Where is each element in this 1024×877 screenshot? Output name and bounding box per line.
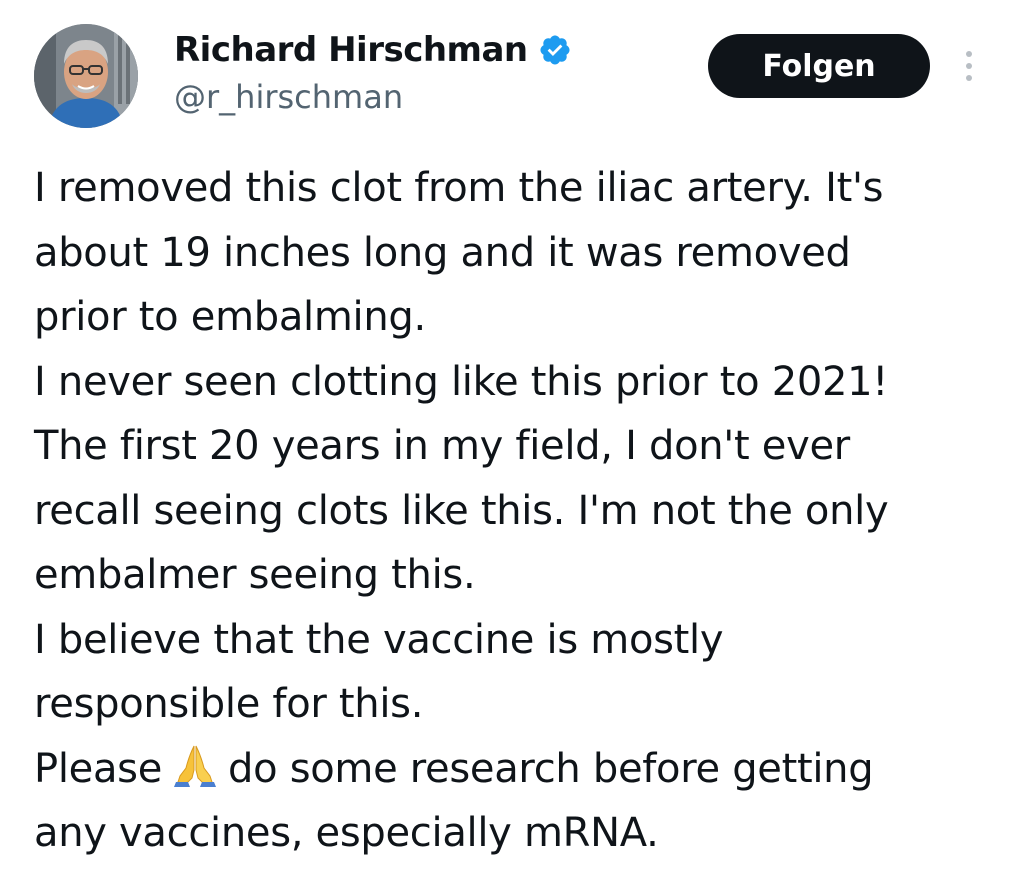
tweet-line: recall seeing clots like this. I'm not t… [34, 487, 889, 534]
follow-button[interactable]: Folgen [708, 34, 930, 98]
avatar-image [34, 24, 138, 128]
verified-badge-icon [538, 33, 572, 67]
tweet-line: embalmer seeing this. [34, 552, 476, 598]
tweet-line: I removed this clot from the iliac arter… [34, 165, 884, 211]
tweet-line: prior to embalming. [34, 294, 426, 340]
tweet-card: Richard Hirschman @r_hirschman Folgen I … [0, 0, 1024, 877]
more-vertical-icon[interactable] [954, 46, 984, 86]
tweet-line: any vaccines, especially mRNA. [34, 810, 659, 856]
display-name[interactable]: Richard Hirschman [174, 30, 528, 70]
tweet-text-segment: do some research before getting [228, 745, 874, 792]
tweet-line-emoji: Please do some research before getting [34, 737, 994, 802]
tweet-line: responsible for this. [34, 681, 424, 727]
tweet-line: I believe that the vaccine is mostly [34, 616, 724, 663]
tweet-header: Richard Hirschman @r_hirschman Folgen [0, 0, 1024, 140]
tweet-line: I never seen clotting like this prior to… [34, 358, 889, 405]
avatar[interactable] [34, 24, 138, 128]
tweet-text-segment: Please [34, 745, 163, 792]
name-row: Richard Hirschman [174, 28, 572, 72]
tweet-line: about 19 inches long and it was removed [34, 229, 851, 276]
tweet-text: I removed this clot from the iliac arter… [34, 156, 994, 866]
tweet-line: The first 20 years in my field, I don't … [34, 423, 850, 469]
folded-hands-emoji-icon [172, 742, 218, 788]
user-handle[interactable]: @r_hirschman [174, 78, 403, 116]
